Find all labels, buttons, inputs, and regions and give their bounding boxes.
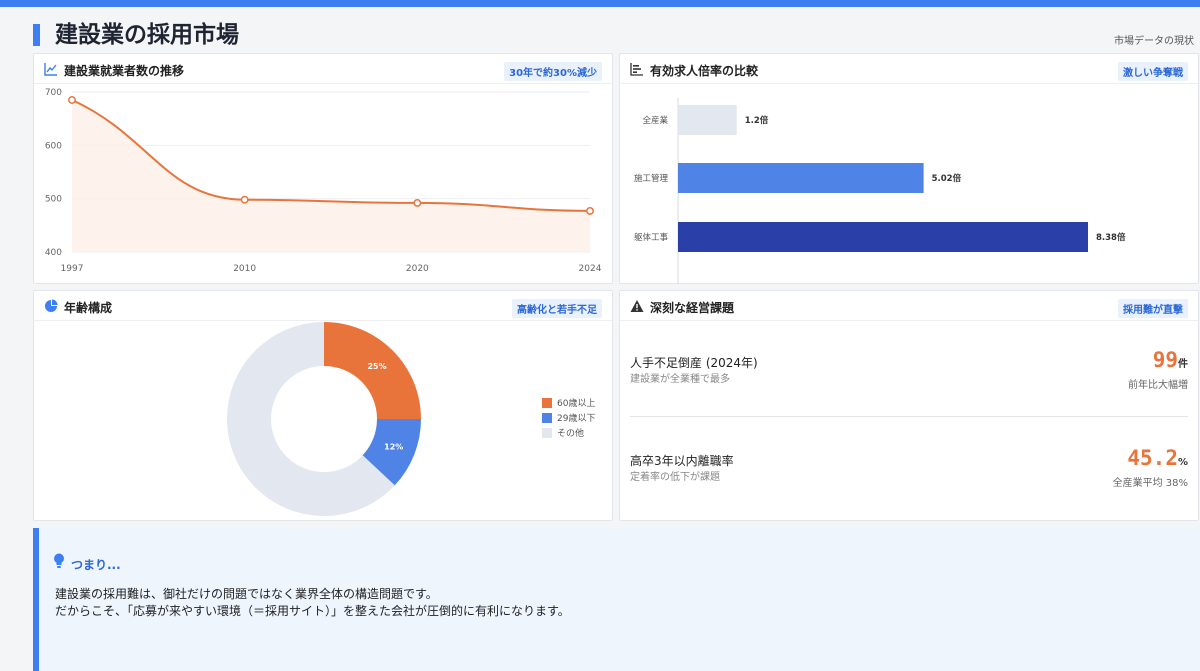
summary-line-2: だからこそ、「応募が来やすい環境（＝採用サイト）」を整えた会社が圧倒的に有利にな…: [55, 604, 570, 618]
card-header: 建設業就業者数の推移 30年で約30%減少: [34, 54, 612, 84]
ratio-badge: 激しい争奪戦: [1118, 62, 1188, 81]
summary-label: つまり...: [71, 558, 121, 572]
issue-divider: [630, 416, 1188, 417]
x-tick-label: 1997: [61, 264, 84, 274]
bar-value-label: 8.38倍: [1096, 232, 1126, 243]
age-card: 年齢構成 高齢化と若手不足 25% 12% 60歳以上 29歳以下その他: [33, 290, 613, 521]
issue-value-number: 99: [1152, 348, 1178, 372]
data-point: [586, 206, 594, 215]
summary-panel: つまり... 建設業の採用難は、御社だけの問題ではなく業界全体の構造問題です。 …: [33, 528, 1200, 671]
issue-value-number: 45.2: [1127, 446, 1178, 470]
card-header: 有効求人倍率の比較 激しい争奪戦: [620, 54, 1198, 84]
bar-chart-icon: [630, 63, 643, 76]
warning-icon: [630, 300, 644, 312]
x-tick-label: 2020: [406, 264, 429, 274]
age-legend: 60歳以上 29歳以下その他: [542, 395, 595, 440]
issue-note: 前年比大幅増: [1128, 380, 1188, 391]
age-donut-chart: 25% 12%: [227, 322, 421, 516]
issue-name: 人手不足倒産 (2024年): [630, 356, 758, 370]
legend-swatch: [542, 397, 552, 408]
workers-badge: 30年で約30%減少: [504, 62, 602, 81]
workers-card: 建設業就業者数の推移 30年で約30%減少 400 500 600 700 1997 20…: [33, 53, 613, 284]
issue-name: 高卒3年以内離職率: [630, 454, 734, 468]
slice-label: 25%: [367, 362, 386, 371]
issue-value: 45.2%: [1127, 446, 1188, 470]
issue-desc: 定着率の低下が課題: [630, 472, 720, 483]
bar: [678, 222, 1088, 252]
summary-text: 建設業の採用難は、御社だけの問題ではなく業界全体の構造問題です。 だからこそ、「…: [55, 586, 570, 620]
issues-card: 深刻な経営課題 採用難が直撃 人手不足倒産 (2024年) 建設業が全業種で最多…: [619, 290, 1199, 521]
ratio-card: 有効求人倍率の比較 激しい争奪戦 全産業 1.2倍施工管理 5.02倍躯体工事 8.3…: [619, 53, 1199, 284]
y-tick-label: 700: [45, 88, 62, 98]
card-header: 年齢構成 高齢化と若手不足: [34, 291, 612, 321]
page-title: 建設業の採用市場: [55, 22, 239, 48]
data-point: [240, 195, 249, 204]
slice-label: 12%: [384, 443, 403, 452]
issues-badge: 採用難が直撃: [1118, 299, 1188, 318]
issues-title: 深刻な経営課題: [650, 301, 735, 315]
summary-line-1: 建設業の採用難は、御社だけの問題ではなく業界全体の構造問題です。: [55, 587, 438, 601]
age-title: 年齢構成: [64, 301, 113, 315]
x-tick-label: 2010: [233, 264, 256, 274]
y-tick-label: 500: [45, 195, 62, 205]
category-label: 全産業: [642, 115, 668, 126]
legend-label: 29歳以下: [557, 414, 596, 424]
issue-value: 99件: [1153, 348, 1188, 372]
bar-value-label: 1.2倍: [745, 115, 769, 126]
issue-desc: 建設業が全業種で最多: [630, 374, 730, 385]
legend-swatch: [542, 427, 552, 438]
issue-item: 人手不足倒産 (2024年) 建設業が全業種で最多 99件 前年比大幅増: [630, 348, 1188, 434]
pie-chart-icon: [45, 299, 58, 312]
category-label: 施工管理: [634, 173, 669, 184]
ratio-bar-chart: 全産業 1.2倍施工管理 5.02倍躯体工事 8.38倍: [634, 98, 1126, 284]
line-chart-icon: [44, 63, 57, 76]
bar-value-label: 5.02倍: [932, 173, 962, 184]
title-accent: [33, 24, 40, 46]
bar: [678, 163, 924, 193]
legend-item: その他: [542, 425, 595, 440]
top-accent-bar: [0, 0, 1200, 7]
issue-item: 高卒3年以内離職率 定着率の低下が課題 45.2% 全産業平均 38%: [630, 446, 1188, 532]
y-tick-label: 600: [45, 141, 62, 151]
lightbulb-icon: [54, 553, 64, 568]
category-label: 躯体工事: [634, 232, 669, 243]
legend-label: 60歳以上: [557, 399, 596, 409]
issue-value-unit: %: [1177, 457, 1188, 468]
bar: [678, 105, 737, 135]
legend-label: その他: [557, 429, 585, 439]
legend-swatch: [542, 412, 552, 423]
workers-title: 建設業就業者数の推移: [64, 64, 185, 78]
data-point: [413, 198, 422, 207]
legend-item: 60歳以上: [542, 395, 595, 410]
data-point: [68, 96, 76, 104]
issue-note: 全産業平均 38%: [1112, 478, 1188, 489]
age-badge: 高齢化と若手不足: [512, 299, 602, 318]
issue-value-unit: 件: [1178, 359, 1188, 370]
page-header: 建設業の採用市場 市場データの現状: [33, 20, 1200, 50]
y-tick-label: 400: [45, 248, 62, 258]
x-tick-label: 2024: [579, 264, 602, 274]
page-subtitle: 市場データの現状: [1114, 36, 1194, 47]
workers-line-chart: 400 500 600 700 1997 2010 2020 2024: [45, 88, 602, 274]
legend-item: 29歳以下: [542, 410, 595, 425]
series-area: [72, 100, 590, 252]
ratio-title: 有効求人倍率の比較: [650, 64, 759, 78]
card-header: 深刻な経営課題 採用難が直撃: [620, 291, 1198, 321]
